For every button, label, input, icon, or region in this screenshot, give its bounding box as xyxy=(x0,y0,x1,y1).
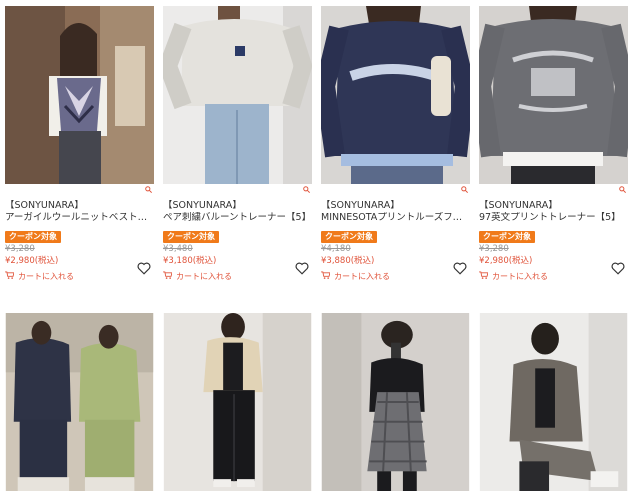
product-photo-minnesota-sweatshirt xyxy=(321,6,470,184)
product-name[interactable]: ペア刺繍バルーントレーナー【5】 xyxy=(163,212,312,224)
product-card[interactable]: 【SONYUNARA】 ペア刺繍バルーントレーナー【5】 クーポン対象 ¥3,4… xyxy=(163,6,312,296)
add-to-cart-button[interactable]: カートに入れる xyxy=(5,271,154,283)
cart-icon xyxy=(163,271,173,283)
zoom-icon[interactable] xyxy=(461,186,468,195)
product-card[interactable] xyxy=(321,313,470,493)
product-image[interactable] xyxy=(321,313,470,493)
zoom-icon[interactable] xyxy=(303,186,310,195)
add-to-cart-button[interactable]: カートに入れる xyxy=(163,271,312,283)
add-to-cart-button[interactable]: カートに入れる xyxy=(479,271,628,283)
product-card[interactable]: 【SONYUNARA】 MINNESOTAプリントルーズフィッ… クーポン対象 … xyxy=(321,6,470,296)
cart-icon xyxy=(5,271,15,283)
product-photo-pair-setup xyxy=(5,313,154,491)
product-name[interactable]: アーガイルウールニットベスト【5】 xyxy=(5,212,154,224)
sale-price: ¥3,880(税込) xyxy=(321,256,375,266)
product-image[interactable] xyxy=(163,6,312,184)
cart-icon xyxy=(479,271,489,283)
product-card[interactable]: 【SONYUNARA】 97英文プリントトレーナー【5】 クーポン対象 ¥3,2… xyxy=(479,6,628,296)
product-name[interactable]: MINNESOTAプリントルーズフィッ… xyxy=(321,212,470,224)
original-price: ¥3,480 xyxy=(163,244,193,254)
product-info: 【SONYUNARA】 97英文プリントトレーナー【5】 クーポン対象 ¥3,2… xyxy=(479,200,628,283)
product-info: 【SONYUNARA】 MINNESOTAプリントルーズフィッ… クーポン対象 … xyxy=(321,200,470,283)
product-brand: 【SONYUNARA】 xyxy=(5,200,84,211)
heart-icon[interactable] xyxy=(137,260,151,275)
heart-icon[interactable] xyxy=(611,260,625,275)
cart-icon xyxy=(321,271,331,283)
product-info: 【SONYUNARA】 ペア刺繍バルーントレーナー【5】 クーポン対象 ¥3,4… xyxy=(163,200,312,283)
product-image[interactable] xyxy=(5,6,154,184)
add-to-cart-label: カートに入れる xyxy=(492,272,548,281)
product-brand: 【SONYUNARA】 xyxy=(479,200,558,211)
add-to-cart-label: カートに入れる xyxy=(176,272,232,281)
product-card[interactable] xyxy=(479,313,628,493)
product-brand: 【SONYUNARA】 xyxy=(163,200,242,211)
product-photo-check-dress xyxy=(321,313,470,491)
product-image[interactable] xyxy=(321,6,470,184)
original-price: ¥4,180 xyxy=(321,244,351,254)
original-price: ¥3,280 xyxy=(5,244,35,254)
add-to-cart-label: カートに入れる xyxy=(18,272,74,281)
zoom-icon[interactable] xyxy=(145,186,152,195)
product-photo-cardigan-pants xyxy=(163,313,312,491)
sale-price: ¥3,180(税込) xyxy=(163,256,217,266)
product-card[interactable] xyxy=(5,313,154,493)
sale-price: ¥2,980(税込) xyxy=(479,256,533,266)
product-image[interactable] xyxy=(163,313,312,493)
coupon-badge: クーポン対象 xyxy=(479,231,535,243)
product-info: 【SONYUNARA】 アーガイルウールニットベスト【5】 クーポン対象 ¥3,… xyxy=(5,200,154,283)
heart-icon[interactable] xyxy=(453,260,467,275)
product-photo-jacket xyxy=(479,313,628,491)
product-image[interactable] xyxy=(479,313,628,493)
product-image[interactable] xyxy=(5,313,154,493)
coupon-badge: クーポン対象 xyxy=(163,231,219,243)
product-photo-97-sweatshirt xyxy=(479,6,628,184)
add-to-cart-button[interactable]: カートに入れる xyxy=(321,271,470,283)
product-brand: 【SONYUNARA】 xyxy=(321,200,400,211)
zoom-icon[interactable] xyxy=(619,186,626,195)
original-price: ¥3,280 xyxy=(479,244,509,254)
product-card[interactable] xyxy=(163,313,312,493)
product-card[interactable]: 【SONYUNARA】 アーガイルウールニットベスト【5】 クーポン対象 ¥3,… xyxy=(5,6,154,296)
add-to-cart-label: カートに入れる xyxy=(334,272,390,281)
coupon-badge: クーポン対象 xyxy=(5,231,61,243)
product-photo-balloon-sweatshirt xyxy=(163,6,312,184)
product-photo-argyle-vest xyxy=(5,6,154,184)
product-image[interactable] xyxy=(479,6,628,184)
product-name[interactable]: 97英文プリントトレーナー【5】 xyxy=(479,212,628,224)
product-grid: 【SONYUNARA】 アーガイルウールニットベスト【5】 クーポン対象 ¥3,… xyxy=(0,0,634,493)
heart-icon[interactable] xyxy=(295,260,309,275)
sale-price: ¥2,980(税込) xyxy=(5,256,59,266)
coupon-badge: クーポン対象 xyxy=(321,231,377,243)
